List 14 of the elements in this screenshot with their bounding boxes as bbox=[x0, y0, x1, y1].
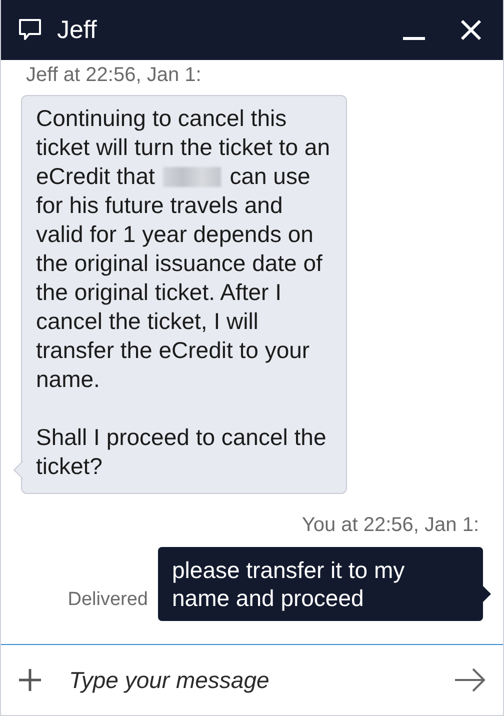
message-meta: Jeff at 22:56, Jan 1: bbox=[25, 64, 202, 87]
chat-icon bbox=[17, 17, 43, 43]
delivery-status: Delivered bbox=[68, 589, 148, 611]
redacted-name bbox=[163, 167, 222, 187]
close-icon bbox=[459, 18, 483, 42]
message-text: Continuing to cancel this ticket will turn the ticket to an eCredit that can use for his future travels and valid for 1 year depends on the original issuance date of the original ticket. After I cancel the ticket, I will transfer the eCredit to your name. bbox=[36, 104, 331, 394]
plus-icon bbox=[17, 667, 43, 693]
send-icon bbox=[453, 667, 487, 693]
message-meta: You at 22:56, Jan 1: bbox=[302, 514, 479, 537]
message-text: please transfer it to my name and proceed bbox=[172, 556, 406, 612]
message-input[interactable]: Type your message bbox=[65, 662, 431, 698]
window-title: Jeff bbox=[57, 16, 98, 44]
minimize-icon bbox=[403, 37, 425, 40]
message-text: Shall I proceed to cancel the ticket? bbox=[36, 423, 328, 481]
